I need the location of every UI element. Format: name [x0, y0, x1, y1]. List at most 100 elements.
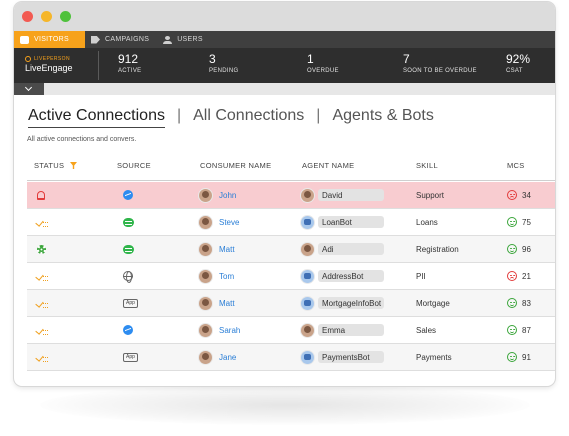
mcs-cell: 87 — [507, 317, 531, 343]
status-cell — [37, 263, 48, 289]
consumer-name-link[interactable]: Matt — [219, 299, 235, 308]
status-cell — [37, 317, 48, 343]
table-row[interactable]: Matt Adi Registration 96 — [27, 236, 555, 263]
consumer-cell: Sarah — [199, 317, 240, 343]
nav-users[interactable]: USERS — [157, 31, 211, 48]
smiley-face-icon — [507, 352, 517, 362]
sms-icon — [123, 244, 134, 254]
agent-name[interactable]: Adi — [318, 243, 384, 255]
agent-cell: LoanBot — [301, 209, 384, 235]
agent-name[interactable]: MortgageInfoBot — [318, 297, 384, 309]
mcs-cell: 34 — [507, 182, 531, 208]
source-cell: App — [123, 344, 138, 370]
skill-text: Sales — [416, 325, 437, 335]
nav-visitors[interactable]: VISITORS — [14, 31, 85, 48]
gear-icon — [37, 244, 46, 254]
minimize-window-button[interactable] — [41, 11, 52, 22]
consumer-cell: Tom — [199, 263, 234, 289]
agent-name[interactable]: LoanBot — [318, 216, 384, 228]
mcs-score: 75 — [522, 217, 531, 227]
consumer-avatar — [199, 188, 212, 202]
close-window-button[interactable] — [22, 11, 33, 22]
waiting-icon — [37, 219, 48, 227]
table-row[interactable]: App Jane PaymentsBot Payments 91 — [27, 344, 555, 371]
table-row[interactable]: Steve LoanBot Loans 75 — [27, 209, 555, 236]
agent-cell: PaymentsBot — [301, 344, 384, 370]
agent-cell: Emma — [301, 317, 384, 343]
collapse-bar — [14, 83, 555, 95]
stat-overdue[interactable]: 1 OVERDUE — [307, 52, 339, 74]
brand-top-text: LIVEPERSON — [34, 56, 70, 62]
mcs-cell: 75 — [507, 209, 531, 235]
source-cell — [123, 182, 133, 208]
consumer-avatar — [199, 269, 212, 283]
consumer-name-link[interactable]: John — [219, 191, 236, 200]
column-skill[interactable]: SKILL — [416, 161, 438, 170]
stat-value: 7 — [403, 52, 410, 66]
consumer-name-link[interactable]: Tom — [219, 272, 234, 281]
column-consumer-name[interactable]: CONSUMER NAME — [200, 161, 271, 170]
tab-active-connections[interactable]: Active Connections — [28, 107, 165, 128]
main-content: Active Connections | All Connections | A… — [14, 95, 555, 386]
agent-cell: MortgageInfoBot — [301, 290, 384, 316]
table-row[interactable]: John David Support 34 — [27, 182, 555, 209]
agent-name-text: Adi — [322, 244, 334, 254]
maximize-window-button[interactable] — [60, 11, 71, 22]
column-mcs[interactable]: MCS — [507, 161, 525, 170]
agent-name[interactable]: David — [318, 189, 384, 201]
consumer-name-link[interactable]: Jane — [219, 353, 236, 362]
column-source[interactable]: SOURCE — [117, 161, 151, 170]
stat-csat[interactable]: 92% CSAT — [506, 52, 530, 74]
tab-agents-bots[interactable]: Agents & Bots — [332, 107, 433, 125]
bot-avatar — [301, 269, 314, 283]
agent-name[interactable]: AddressBot — [318, 270, 384, 282]
status-cell — [37, 182, 45, 208]
chevron-down-icon[interactable] — [14, 83, 44, 95]
table-row[interactable]: Sarah Emma Sales 87 — [27, 317, 555, 344]
consumer-avatar — [199, 323, 212, 337]
mcs-cell: 96 — [507, 236, 531, 262]
skill-cell: Mortgage — [416, 290, 450, 316]
skill-text: PII — [416, 271, 426, 281]
source-cell — [123, 209, 134, 235]
sms-icon — [123, 217, 134, 227]
column-agent-name[interactable]: AGENT NAME — [302, 161, 354, 170]
consumer-name-link[interactable]: Matt — [219, 245, 235, 254]
consumer-name-link[interactable]: Sarah — [219, 326, 240, 335]
stat-value: 92% — [506, 52, 531, 66]
status-cell — [37, 344, 48, 370]
top-nav: VISITORS CAMPAIGNS USERS — [14, 31, 555, 48]
mcs-score: 34 — [522, 190, 531, 200]
bell-icon — [37, 190, 45, 200]
consumer-name-link[interactable]: Steve — [219, 218, 239, 227]
filter-icon[interactable] — [70, 162, 77, 169]
agent-name-text: David — [322, 190, 343, 200]
mcs-cell: 83 — [507, 290, 531, 316]
stat-active[interactable]: 912 ACTIVE — [118, 52, 141, 74]
skill-text: Mortgage — [416, 298, 450, 308]
agent-name-text: PaymentsBot — [322, 352, 370, 362]
bot-avatar — [301, 350, 314, 364]
smiley-face-icon — [507, 325, 517, 335]
table-row[interactable]: App Matt MortgageInfoBot Mortgage 83 — [27, 290, 555, 317]
bot-avatar — [301, 296, 314, 310]
skill-cell: PII — [416, 263, 426, 289]
app-icon: App — [123, 352, 138, 362]
nav-campaigns[interactable]: CAMPAIGNS — [85, 31, 157, 48]
status-cell — [37, 209, 48, 235]
table-row[interactable]: Tom AddressBot PII 21 — [27, 263, 555, 290]
agent-name[interactable]: Emma — [318, 324, 384, 336]
agent-name[interactable]: PaymentsBot — [318, 351, 384, 363]
consumer-avatar — [199, 242, 212, 256]
waiting-icon — [37, 327, 48, 335]
agent-name-text: MortgageInfoBot — [322, 298, 382, 308]
stat-pending[interactable]: 3 PENDING — [209, 52, 238, 74]
stat-soon-overdue[interactable]: 7 SOON TO BE OVERDUE — [403, 52, 477, 74]
stat-label: SOON TO BE OVERDUE — [403, 68, 477, 74]
skill-cell: Support — [416, 182, 444, 208]
mcs-cell: 21 — [507, 263, 531, 289]
mcs-score: 96 — [522, 244, 531, 254]
tab-all-connections[interactable]: All Connections — [193, 107, 304, 125]
skill-text: Payments — [416, 352, 452, 362]
column-status[interactable]: STATUS — [34, 161, 64, 170]
